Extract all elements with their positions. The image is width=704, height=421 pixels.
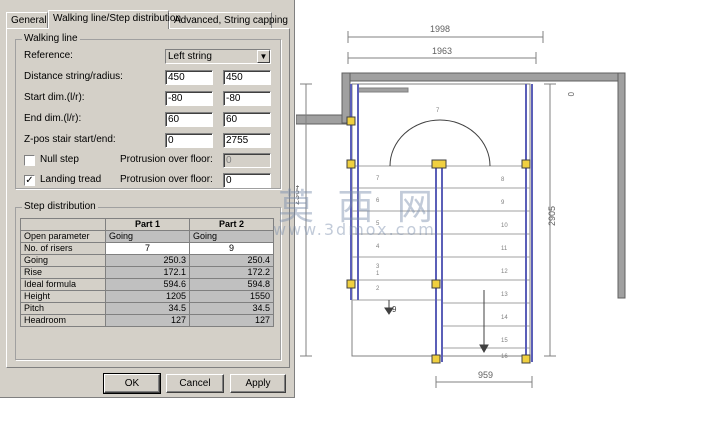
step-distribution-table: Part 1 Part 2 Open parameter Going Going… (20, 218, 274, 327)
distance-label: Distance string/radius: (24, 71, 123, 82)
table-row: Rise 172.1 172.2 (20, 266, 274, 279)
table-header-cell: Part 1 (105, 218, 190, 231)
row-name: Going (20, 254, 106, 267)
start-dim-label: Start dim.(l/r): (24, 92, 85, 103)
distance-input-2[interactable]: 450 (223, 70, 271, 85)
apply-button[interactable]: Apply (230, 374, 286, 393)
table-header-cell (20, 218, 106, 231)
dim-bottom-text: 959 (478, 370, 493, 380)
cell-part1: 34.5 (105, 302, 190, 315)
table-row: Height 1205 1550 (20, 290, 274, 303)
row-name: Ideal formula (20, 278, 106, 291)
step-number: 11 (501, 246, 508, 252)
cell-part1: 172.1 (105, 266, 190, 279)
distance-input-1[interactable]: 450 (165, 70, 213, 85)
watermark-url: www.3dmox.com (273, 220, 436, 239)
dim-right-text: 2905 (547, 206, 557, 226)
cell-part1: 127 (105, 314, 190, 327)
cell-part2: 250.4 (189, 254, 274, 267)
null-step-label: Null step (40, 154, 79, 165)
start-dim-input-2[interactable]: -80 (223, 91, 271, 106)
cell-part2: 594.8 (189, 278, 274, 291)
step-number: 13 (501, 292, 508, 298)
tab-general[interactable]: General (6, 12, 48, 28)
row-name: Open parameter (20, 230, 106, 243)
row-name: Headroom (20, 314, 106, 327)
cell-part2: 1550 (189, 290, 274, 303)
reference-value: Left string (168, 51, 212, 62)
protrusion-input-1[interactable]: 0 (223, 153, 271, 168)
reference-label: Reference: (24, 50, 73, 61)
cell-part2: 172.2 (189, 266, 274, 279)
null-step-checkbox[interactable] (24, 155, 35, 166)
end-dim-input-2[interactable]: 60 (223, 112, 271, 127)
dim-zero-text: 0 (566, 92, 575, 97)
protrusion-input-2[interactable]: 0 (223, 173, 271, 188)
row-name: No. of risers (20, 242, 106, 255)
landing-tread-label: Landing tread (40, 174, 102, 185)
reference-select[interactable]: Left string ▼ (165, 49, 271, 64)
end-dim-input-1[interactable]: 60 (165, 112, 213, 127)
cell-part1: 594.6 (105, 278, 190, 291)
table-header-cell: Part 2 (189, 218, 274, 231)
walking-line-title: Walking line (22, 33, 80, 44)
table-row: Headroom 127 127 (20, 314, 274, 327)
start-dim-input-1[interactable]: -80 (165, 91, 213, 106)
table-header: Part 1 Part 2 (20, 218, 274, 231)
cell-part2: 34.5 (189, 302, 274, 315)
protrusion-label-2: Protrusion over floor: (120, 174, 213, 185)
stair-properties-dialog: General Walking line/Step distribution A… (0, 0, 295, 398)
row-name: Rise (20, 266, 106, 279)
dim-top2-text: 1963 (432, 46, 452, 56)
end-dim-label: End dim.(l/r): (24, 113, 82, 124)
step-distribution-group: Step distribution Part 1 Part 2 Open par… (15, 201, 281, 360)
step-number: 14 (501, 315, 508, 321)
cell-part2: 127 (189, 314, 274, 327)
protrusion-label-1: Protrusion over floor: (120, 154, 213, 165)
cell-part2[interactable]: 9 (189, 242, 274, 255)
tab-panel: Walking line Reference: Left string ▼ Di… (6, 28, 290, 368)
ok-button[interactable]: OK (103, 373, 161, 394)
z-pos-end-input[interactable]: 2755 (223, 133, 271, 148)
step-distribution-title: Step distribution (22, 201, 98, 212)
step-number: 16 (501, 354, 508, 360)
z-pos-label: Z-pos stair start/end: (24, 134, 116, 145)
table-row: Open parameter Going Going (20, 230, 274, 243)
cell-part1[interactable]: Going (105, 230, 190, 243)
row-name: Pitch (20, 302, 106, 315)
table-row: Going 250.3 250.4 (20, 254, 274, 267)
cell-part1[interactable]: 7 (105, 242, 190, 255)
dim-top1-text: 1998 (430, 24, 450, 34)
tab-advanced[interactable]: Advanced, String capping (169, 12, 288, 28)
table-row: Pitch 34.5 34.5 (20, 302, 274, 315)
step-number: 15 (501, 338, 508, 344)
step-number: 10 (501, 223, 508, 229)
step-number: 12 (501, 269, 508, 275)
cell-part2[interactable]: Going (189, 230, 274, 243)
chevron-down-icon[interactable]: ▼ (257, 50, 270, 63)
tab-walking-line[interactable]: Walking line/Step distribution (48, 10, 181, 29)
row-name: Height (20, 290, 106, 303)
landing-tread-checkbox[interactable]: ✓ (24, 175, 35, 186)
walk-label: 9 (392, 305, 397, 314)
cell-part1: 250.3 (105, 254, 190, 267)
cell-part1: 1205 (105, 290, 190, 303)
cancel-button[interactable]: Cancel (166, 374, 224, 393)
table-row: No. of risers 7 9 (20, 242, 274, 255)
table-row: Ideal formula 594.6 594.8 (20, 278, 274, 291)
z-pos-start-input[interactable]: 0 (165, 133, 213, 148)
walking-line-group: Walking line Reference: Left string ▼ Di… (15, 33, 281, 189)
